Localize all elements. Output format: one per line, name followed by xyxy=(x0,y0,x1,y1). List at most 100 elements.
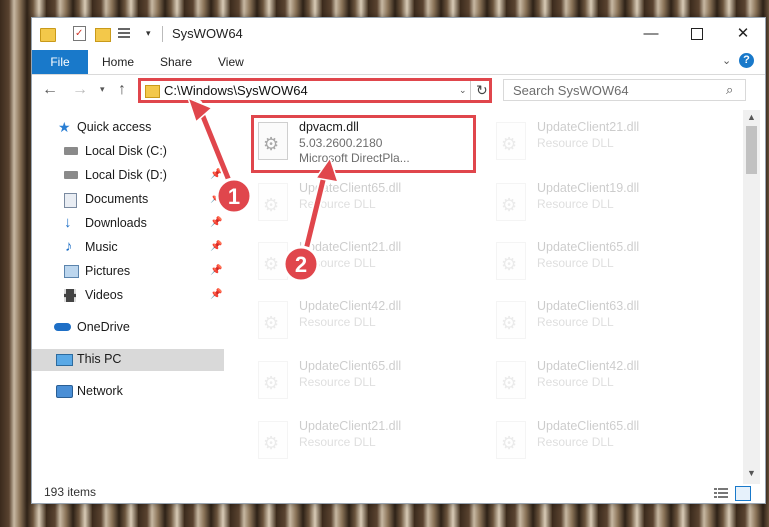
help-button[interactable]: ? xyxy=(739,53,754,68)
file-tile[interactable]: ⚙ UpdateClient21.dll Resource DLL xyxy=(254,236,484,292)
back-arrow-icon[interactable]: ← xyxy=(42,81,58,99)
file-tile[interactable]: ⚙ UpdateClient42.dll Resource DLL xyxy=(254,295,484,351)
ribbon-tabs: File Home Share View ⌄ ? xyxy=(32,50,765,74)
monitor-icon xyxy=(56,354,73,366)
ribbon-expand-chevron-down-icon[interactable]: ⌄ xyxy=(722,54,731,67)
address-bar[interactable]: C:\Windows\SysWOW64 ⌄ ↻ xyxy=(138,78,492,103)
dll-file-icon: ⚙ xyxy=(496,301,526,339)
sidebar-item-label: Music xyxy=(85,240,118,254)
scroll-down-arrow-icon[interactable]: ▼ xyxy=(747,468,756,478)
folder-icon[interactable] xyxy=(40,26,56,42)
sidebar-item-pictures[interactable]: Pictures 📌 xyxy=(32,261,224,283)
file-tile[interactable]: ⚙ UpdateClient63.dll Resource DLL xyxy=(492,295,722,351)
quick-access-toolbar-chevron-down-icon[interactable]: ▾ xyxy=(146,28,151,39)
file-name: UpdateClient65.dll xyxy=(299,181,402,195)
sidebar-item-network[interactable]: Network xyxy=(32,381,224,403)
file-name: UpdateClient21.dll xyxy=(537,120,640,134)
file-name: UpdateClient65.dll xyxy=(299,359,402,373)
pin-icon[interactable]: 📌 xyxy=(210,241,222,252)
dll-file-icon: ⚙ xyxy=(258,301,288,339)
sidebar-item-quick-access[interactable]: ★ Quick access xyxy=(32,117,224,139)
dll-file-icon: ⚙ xyxy=(496,361,526,399)
file-tile[interactable]: ⚙ UpdateClient19.dll Resource DLL xyxy=(492,177,722,233)
properties-icon[interactable]: ✓ xyxy=(72,26,88,41)
gear-icon: ⚙ xyxy=(263,254,280,274)
view-options-icon[interactable] xyxy=(116,26,132,41)
file-highlight-box xyxy=(251,115,476,173)
sidebar-item-label: Quick access xyxy=(77,120,152,134)
dll-file-icon: ⚙ xyxy=(496,183,526,221)
tab-file[interactable]: File xyxy=(32,50,88,74)
dll-file-icon: ⚙ xyxy=(496,122,526,160)
pin-icon[interactable]: 📌 xyxy=(210,193,222,204)
pin-icon[interactable]: 📌 xyxy=(210,289,222,300)
tab-view[interactable]: View xyxy=(218,50,244,74)
file-tile[interactable]: ⚙ UpdateClient65.dll Resource DLL xyxy=(254,355,484,411)
star-icon: ★ xyxy=(58,119,71,135)
tiles-view-icon[interactable] xyxy=(735,486,751,501)
recent-locations-chevron-down-icon[interactable]: ▾ xyxy=(100,84,105,95)
gear-icon: ⚙ xyxy=(263,433,280,453)
sidebar-item-label: Local Disk (C:) xyxy=(85,144,167,158)
sidebar-item-downloads[interactable]: ↓ Downloads 📌 xyxy=(32,213,224,235)
dll-file-icon: ⚙ xyxy=(258,242,288,280)
gear-icon: ⚙ xyxy=(501,373,518,393)
gear-icon: ⚙ xyxy=(263,195,280,215)
title-bar: ✓ ▾ SysWOW64 — ✕ xyxy=(32,18,765,50)
dll-file-icon: ⚙ xyxy=(496,242,526,280)
tab-home[interactable]: Home xyxy=(102,50,134,74)
forward-arrow-icon[interactable]: → xyxy=(72,81,88,99)
file-description: Resource DLL xyxy=(537,136,614,150)
sidebar-item-onedrive[interactable]: OneDrive xyxy=(32,317,224,339)
pin-icon[interactable]: 📌 xyxy=(210,265,222,276)
sidebar-item-local-disk-c[interactable]: Local Disk (C:) xyxy=(32,141,224,163)
details-view-icon[interactable] xyxy=(714,487,728,499)
search-input[interactable]: Search SysWOW64 xyxy=(513,83,629,98)
download-arrow-icon: ↓ xyxy=(64,214,72,231)
documents-icon xyxy=(64,193,77,208)
sidebar-item-label: Network xyxy=(77,384,123,398)
drive-icon xyxy=(64,171,78,179)
file-tile[interactable]: ⚙ UpdateClient65.dll Resource DLL xyxy=(254,177,484,233)
sidebar-item-videos[interactable]: Videos 📌 xyxy=(32,285,224,307)
search-icon[interactable]: ⌕ xyxy=(726,82,733,98)
new-folder-icon[interactable] xyxy=(95,26,111,42)
folder-icon xyxy=(145,85,160,98)
file-tile[interactable]: ⚙ UpdateClient21.dll Resource DLL xyxy=(492,116,722,172)
file-tile[interactable]: ⚙ UpdateClient42.dll Resource DLL xyxy=(492,355,722,411)
address-history-chevron-down-icon[interactable]: ⌄ xyxy=(459,85,467,96)
file-name: UpdateClient65.dll xyxy=(537,419,640,433)
minimize-button[interactable]: — xyxy=(628,18,674,50)
file-description: Resource DLL xyxy=(537,315,614,329)
maximize-button[interactable] xyxy=(674,18,720,50)
sidebar-item-local-disk-d[interactable]: Local Disk (D:) 📌 xyxy=(32,165,224,187)
drive-icon xyxy=(64,147,78,155)
sidebar-item-label: Downloads xyxy=(85,216,147,230)
sidebar-item-documents[interactable]: Documents 📌 xyxy=(32,189,224,211)
up-arrow-icon[interactable]: ↑ xyxy=(118,81,126,99)
file-tile[interactable]: ⚙ UpdateClient65.dll Resource DLL xyxy=(492,415,722,471)
film-icon xyxy=(64,289,76,302)
dll-file-icon: ⚙ xyxy=(496,421,526,459)
search-box[interactable]: Search SysWOW64 ⌕ xyxy=(503,79,746,101)
scrollbar-thumb[interactable] xyxy=(746,126,757,174)
tab-share[interactable]: Share xyxy=(160,50,192,74)
scroll-up-arrow-icon[interactable]: ▲ xyxy=(747,112,756,122)
address-path[interactable]: C:\Windows\SysWOW64 xyxy=(164,83,308,98)
close-button[interactable]: ✕ xyxy=(720,18,766,50)
file-tile[interactable]: ⚙ UpdateClient21.dll Resource DLL xyxy=(254,415,484,471)
gear-icon: ⚙ xyxy=(501,433,518,453)
file-tile[interactable]: ⚙ UpdateClient65.dll Resource DLL xyxy=(492,236,722,292)
window-title: SysWOW64 xyxy=(172,26,243,41)
dll-file-icon: ⚙ xyxy=(258,183,288,221)
gear-icon: ⚙ xyxy=(263,313,280,333)
refresh-icon[interactable]: ↻ xyxy=(476,82,488,99)
file-description: Resource DLL xyxy=(299,375,376,389)
file-description: Resource DLL xyxy=(537,375,614,389)
pin-icon[interactable]: 📌 xyxy=(210,217,222,228)
sidebar-item-music[interactable]: ♪ Music 📌 xyxy=(32,237,224,259)
vertical-scrollbar[interactable]: ▲ ▼ xyxy=(743,110,760,484)
sidebar-item-this-pc[interactable]: This PC xyxy=(32,349,224,371)
gear-icon: ⚙ xyxy=(501,313,518,333)
pin-icon[interactable]: 📌 xyxy=(210,169,222,180)
